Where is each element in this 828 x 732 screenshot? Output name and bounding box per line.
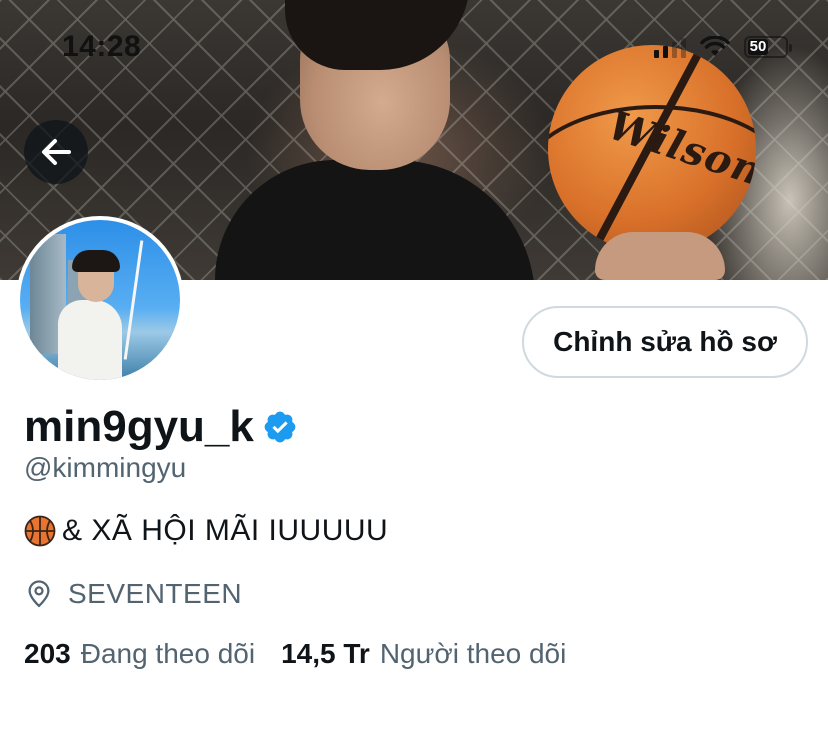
profile-location: SEVENTEEN xyxy=(24,578,242,610)
followers-link[interactable]: 14,5 Tr Người theo dõi xyxy=(281,638,566,670)
followers-count: 14,5 Tr xyxy=(281,638,370,669)
display-name: min9gyu_k xyxy=(24,402,254,451)
verified-badge-icon[interactable] xyxy=(262,409,298,445)
profile-handle: @kimmingyu xyxy=(24,452,187,483)
battery-icon: 50 xyxy=(744,36,792,58)
following-label: Đang theo dõi xyxy=(80,638,256,669)
profile-avatar[interactable] xyxy=(16,216,184,384)
following-link[interactable]: 203 Đang theo dõi xyxy=(24,638,255,670)
location-text: SEVENTEEN xyxy=(68,578,243,609)
avatar-person-hair xyxy=(72,250,120,272)
following-count: 203 xyxy=(24,638,71,669)
profile-bio: & XÃ HỘI MÃI IUUUUU xyxy=(24,514,388,548)
followers-label: Người theo dõi xyxy=(379,638,567,669)
banner-hand xyxy=(595,232,725,280)
basketball-brand-text: Wilson xyxy=(602,101,756,196)
location-pin-icon xyxy=(28,580,50,608)
status-bar-icons: 50 xyxy=(654,36,792,58)
avatar-person-body xyxy=(58,300,122,380)
status-bar-time: 14:28 xyxy=(62,30,142,63)
battery-level: 50 xyxy=(748,38,768,55)
basketball-emoji-icon xyxy=(24,515,56,547)
back-button[interactable] xyxy=(24,120,88,184)
banner-basketball: Wilson xyxy=(548,45,756,253)
bio-text: & XÃ HỘI MÃI IUUUUU xyxy=(62,514,389,547)
avatar-photo xyxy=(20,220,180,380)
cellular-signal-icon xyxy=(654,36,686,58)
edit-profile-button[interactable]: Chỉnh sửa hồ sơ xyxy=(522,306,808,378)
wifi-icon xyxy=(700,36,730,56)
avatar-mast xyxy=(123,240,144,360)
arrow-left-icon xyxy=(42,139,71,165)
profile-display-name-row: min9gyu_k xyxy=(24,402,298,452)
profile-stats: 203 Đang theo dõi 14,5 Tr Người theo dõi xyxy=(24,638,566,670)
